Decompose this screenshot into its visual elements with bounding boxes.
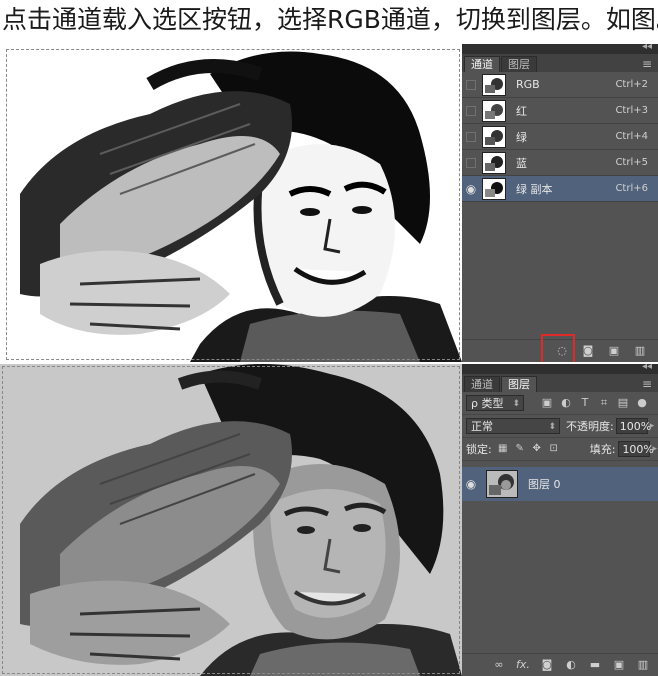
tab-channels[interactable]: 通道 — [464, 376, 500, 392]
layers-bottom-bar: ∞ fx. ◙ ◐ ▬ ▣ ▥ — [462, 653, 658, 676]
tab-layers[interactable]: 图层 — [501, 376, 537, 392]
link-icon[interactable]: ∞ — [492, 658, 506, 672]
channels-bottom-bar: ◌ ◙ ▣ ▥ — [462, 334, 658, 362]
blend-row: 正常 ⬍ 不透明度: 100% ▸ — [462, 415, 658, 438]
channel-name: 蓝 — [516, 156, 527, 170]
trash-icon[interactable]: ▥ — [636, 658, 650, 672]
collapse-icon[interactable]: ◂◂ — [642, 44, 652, 52]
mask-icon[interactable]: ◙ — [540, 658, 554, 672]
eye-icon: ◉ — [465, 477, 477, 491]
photo-channel-copy — [0, 44, 462, 362]
fill-field[interactable]: 100% — [618, 441, 654, 457]
fill-dropdown-icon[interactable]: ▸ — [652, 444, 657, 454]
channel-row-red[interactable]: 红 Ctrl+3 — [462, 98, 658, 124]
layers-panel: ◂◂ 通道 图层 ≡ ρ 类型 ⬍ ▣ ◐ T ⌗ ▤ ● 正常 ⬍ 不透明度: 1… — [462, 364, 658, 676]
chevron-down-icon: ⬍ — [548, 422, 556, 432]
tab-channels[interactable]: 通道 — [464, 56, 500, 72]
channel-shortcut: Ctrl+4 — [615, 131, 648, 142]
layers-screenshot: ◂◂ 通道 图层 ≡ ρ 类型 ⬍ ▣ ◐ T ⌗ ▤ ● 正常 ⬍ 不透明度: 1… — [0, 364, 658, 676]
save-selection-icon[interactable]: ◙ — [581, 344, 595, 358]
channel-name: 绿 副本 — [516, 182, 553, 196]
channel-name: RGB — [516, 78, 540, 91]
filter-type-select[interactable]: ρ 类型 ⬍ — [466, 395, 524, 411]
lock-all-icon[interactable]: ⊡ — [548, 443, 560, 455]
channel-thumbnail — [482, 151, 506, 174]
folder-icon[interactable]: ▬ — [588, 658, 602, 672]
lock-label: 锁定: — [466, 443, 492, 456]
panel-menu-icon[interactable]: ≡ — [636, 56, 658, 72]
eye-icon: ◉ — [465, 181, 477, 196]
new-channel-icon[interactable]: ▣ — [607, 344, 621, 358]
visibility-off-icon — [466, 105, 476, 116]
document-canvas[interactable] — [0, 364, 462, 676]
shape-filter-icon[interactable]: ⌗ — [597, 396, 611, 410]
tab-layers[interactable]: 图层 — [501, 56, 537, 72]
new-layer-icon[interactable]: ▣ — [612, 658, 626, 672]
visibility-toggle[interactable]: ◉ — [462, 176, 480, 201]
panel-tabs: 通道 图层 ≡ — [462, 374, 658, 392]
channels-screenshot: ◂◂ 通道 图层 ≡ RGB Ctrl+2 红 Ctrl+3 绿 Ctrl+4 — [0, 44, 658, 362]
fx-icon[interactable]: fx. — [516, 658, 530, 672]
channel-name: 红 — [516, 104, 527, 118]
channel-thumbnail — [482, 73, 506, 96]
blend-mode-value: 正常 — [471, 420, 493, 433]
channel-shortcut: Ctrl+5 — [615, 157, 648, 168]
tutorial-caption: 点击通道载入选区按钮，选择RGB通道，切换到图层。如图。 — [0, 0, 658, 44]
blend-mode-select[interactable]: 正常 ⬍ — [466, 418, 560, 434]
panel-collapse-bar[interactable]: ◂◂ — [462, 44, 658, 54]
opacity-label: 不透明度: — [566, 420, 614, 433]
smart-object-filter-icon[interactable]: ▤ — [616, 396, 630, 410]
channel-shortcut: Ctrl+3 — [615, 105, 648, 116]
trash-icon[interactable]: ▥ — [633, 344, 647, 358]
visibility-off-icon — [466, 157, 476, 168]
channel-shortcut: Ctrl+2 — [615, 79, 648, 90]
channel-name: 绿 — [516, 130, 527, 144]
visibility-toggle[interactable] — [462, 98, 480, 123]
visibility-off-icon — [466, 131, 476, 142]
layer-row[interactable]: ◉ 图层 0 — [462, 467, 658, 501]
visibility-toggle[interactable] — [462, 124, 480, 149]
lock-position-icon[interactable]: ✥ — [531, 443, 543, 455]
visibility-off-icon — [466, 79, 476, 90]
channels-panel: ◂◂ 通道 图层 ≡ RGB Ctrl+2 红 Ctrl+3 绿 Ctrl+4 — [462, 44, 658, 362]
layer-filter-row: ρ 类型 ⬍ ▣ ◐ T ⌗ ▤ ● — [462, 392, 658, 415]
channel-row-rgb[interactable]: RGB Ctrl+2 — [462, 72, 658, 98]
channel-thumbnail — [482, 125, 506, 148]
panel-collapse-bar[interactable]: ◂◂ — [462, 364, 658, 374]
type-filter-icon[interactable]: T — [578, 396, 592, 410]
document-canvas[interactable] — [0, 44, 462, 362]
lock-transparent-icon[interactable]: ▦ — [497, 443, 509, 455]
lock-image-icon[interactable]: ✎ — [514, 443, 526, 455]
panel-tabs: 通道 图层 ≡ — [462, 54, 658, 72]
visibility-toggle[interactable]: ◉ — [462, 472, 480, 497]
channel-thumbnail — [482, 177, 506, 200]
image-filter-icon[interactable]: ▣ — [540, 396, 554, 410]
adjustment-icon[interactable]: ◐ — [564, 658, 578, 672]
channel-shortcut: Ctrl+6 — [615, 183, 648, 194]
collapse-icon[interactable]: ◂◂ — [642, 364, 652, 372]
filter-type-label: ρ 类型 — [471, 397, 504, 410]
channel-row-green[interactable]: 绿 Ctrl+4 — [462, 124, 658, 150]
highlight-box — [541, 334, 575, 362]
photo-layer — [0, 364, 462, 676]
channel-row-green-copy[interactable]: ◉ 绿 副本 Ctrl+6 — [462, 176, 658, 202]
layer-name: 图层 0 — [528, 478, 561, 491]
channel-thumbnail — [482, 99, 506, 122]
opacity-field[interactable]: 100% — [615, 418, 651, 434]
fill-label: 填充: — [589, 443, 616, 456]
channel-row-blue[interactable]: 蓝 Ctrl+5 — [462, 150, 658, 176]
visibility-toggle[interactable] — [462, 150, 480, 175]
layer-thumbnail — [486, 470, 518, 498]
lock-row: 锁定: ▦ ✎ ✥ ⊡ 填充: 100% ▸ — [462, 438, 658, 461]
panel-menu-icon[interactable]: ≡ — [636, 376, 658, 392]
opacity-dropdown-icon[interactable]: ▸ — [650, 421, 655, 431]
filter-toggle-icon[interactable]: ● — [635, 396, 649, 410]
adjustment-filter-icon[interactable]: ◐ — [559, 396, 573, 410]
visibility-toggle[interactable] — [462, 72, 480, 97]
chevron-down-icon: ⬍ — [512, 399, 520, 409]
